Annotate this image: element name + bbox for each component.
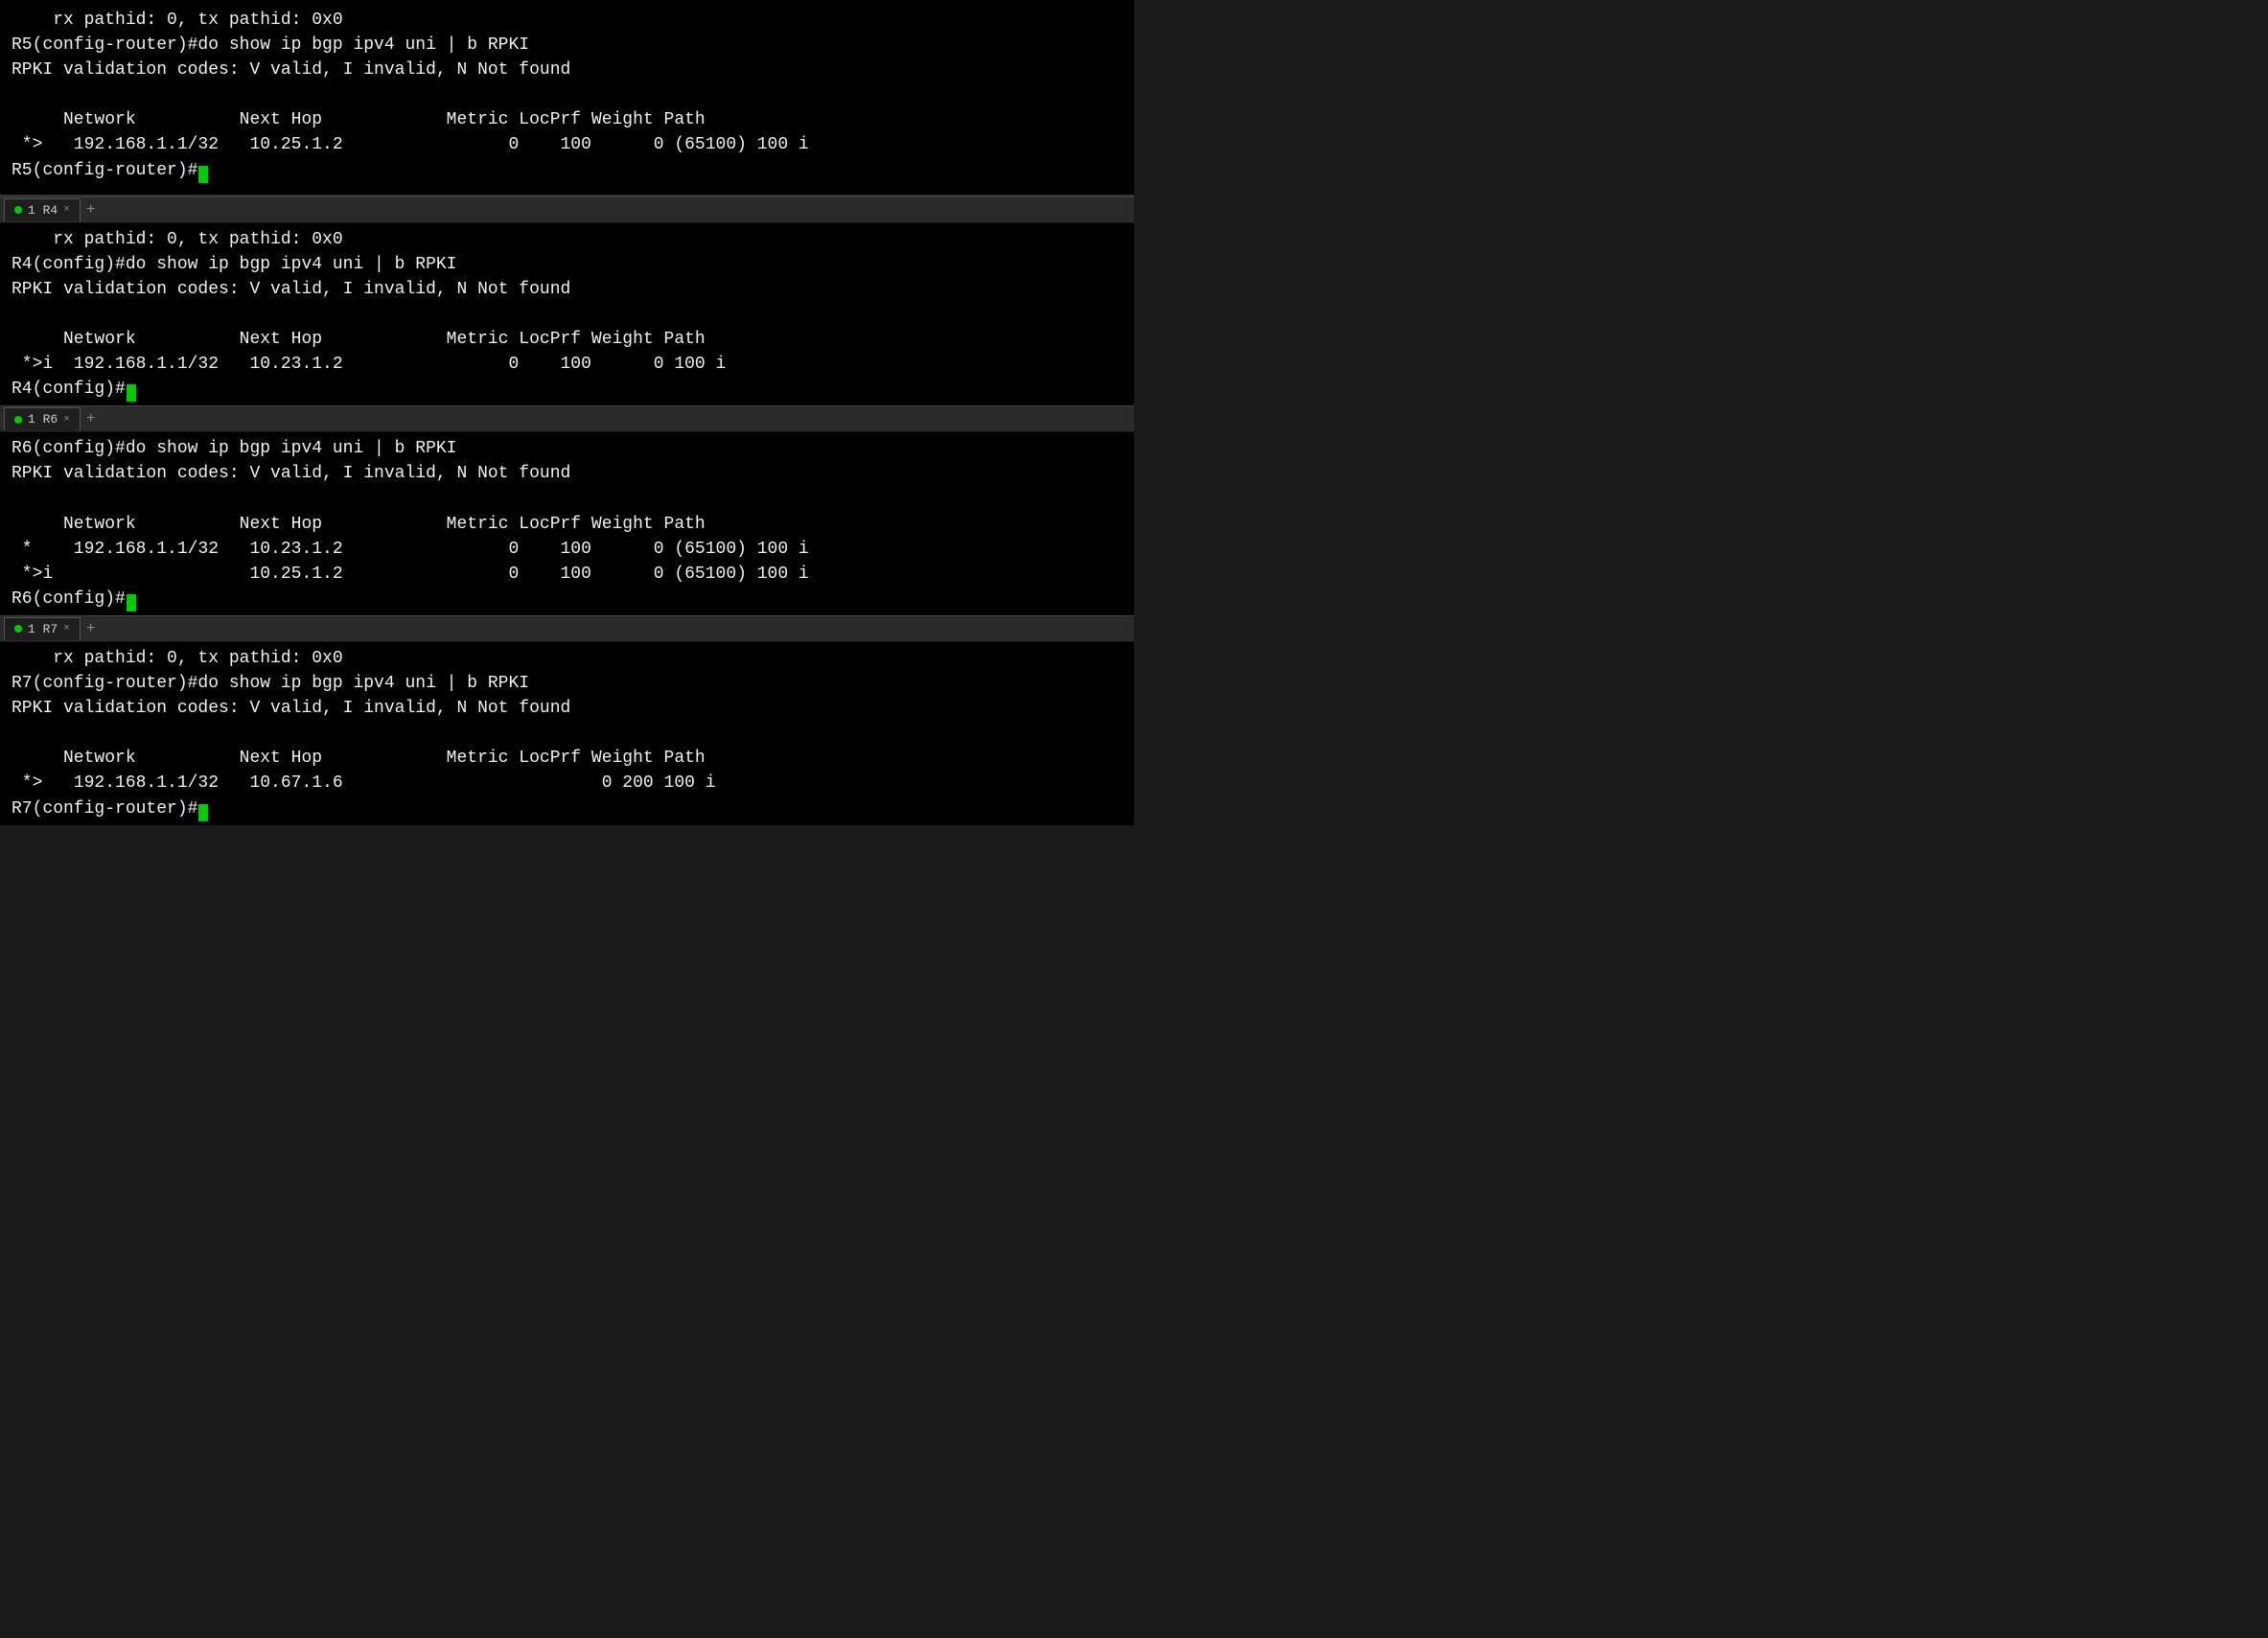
tab-close-r6[interactable]: × [63,414,70,426]
terminal-section-r6: 1 R6 × + R6(config)#do show ip bgp ipv4 … [0,405,1134,615]
tab-r4[interactable]: 1 R4 × [4,198,81,221]
tab-dot-r7 [14,625,22,633]
tab-dot-r4 [14,206,22,214]
r6-line-0: R6(config)#do show ip bgp ipv4 uni | b R… [12,436,1122,461]
tab-add-r4[interactable]: + [81,201,102,219]
r4-line-3 [12,302,1122,327]
r4-line-6: R4(config)# [12,377,1122,402]
terminal-section-top: rx pathid: 0, tx pathid: 0x0 R5(config-r… [0,0,1134,196]
cursor-r7 [198,804,208,821]
r7-line-4: Network Next Hop Metric LocPrf Weight Pa… [12,746,1122,771]
terminal-content-r6: R6(config)#do show ip bgp ipv4 uni | b R… [0,432,1134,615]
line-1: R5(config-router)#do show ip bgp ipv4 un… [12,33,1122,58]
r7-line-6: R7(config-router)# [12,796,1122,821]
tab-label-r7: 1 R7 [28,622,58,636]
line-2: RPKI validation codes: V valid, I invali… [12,58,1122,82]
r7-line-0: rx pathid: 0, tx pathid: 0x0 [12,646,1122,671]
r7-line-5: *> 192.168.1.1/32 10.67.1.6 0 200 100 i [12,771,1122,796]
r7-line-3 [12,721,1122,746]
r6-line-5: *>i 10.25.1.2 0 100 0 (65100) 100 i [12,562,1122,587]
r4-line-1: R4(config)#do show ip bgp ipv4 uni | b R… [12,252,1122,277]
terminal-content-top: rx pathid: 0, tx pathid: 0x0 R5(config-r… [0,4,1134,187]
tab-bar-r7: 1 R7 × + [0,615,1134,642]
tab-close-r7[interactable]: × [63,623,70,634]
r6-line-6: R6(config)# [12,587,1122,611]
terminal-container: rx pathid: 0, tx pathid: 0x0 R5(config-r… [0,0,1134,825]
tab-bar-r6: 1 R6 × + [0,405,1134,432]
line-5: *> 192.168.1.1/32 10.25.1.2 0 100 0 (651… [12,132,1122,157]
r7-line-2: RPKI validation codes: V valid, I invali… [12,696,1122,721]
terminal-content-r7: rx pathid: 0, tx pathid: 0x0 R7(config-r… [0,642,1134,825]
tab-label-r4: 1 R4 [28,203,58,218]
line-0: rx pathid: 0, tx pathid: 0x0 [12,8,1122,33]
r7-line-1: R7(config-router)#do show ip bgp ipv4 un… [12,671,1122,696]
r4-line-2: RPKI validation codes: V valid, I invali… [12,277,1122,302]
r4-line-4: Network Next Hop Metric LocPrf Weight Pa… [12,327,1122,352]
r6-line-4: * 192.168.1.1/32 10.23.1.2 0 100 0 (6510… [12,537,1122,562]
line-4: Network Next Hop Metric LocPrf Weight Pa… [12,107,1122,132]
tab-add-r6[interactable]: + [81,410,102,427]
cursor-r6 [127,594,136,611]
cursor-top [198,166,208,183]
terminal-section-r4: 1 R4 × + rx pathid: 0, tx pathid: 0x0 R4… [0,196,1134,406]
tab-label-r6: 1 R6 [28,412,58,427]
tab-bar-r4: 1 R4 × + [0,196,1134,223]
r4-line-0: rx pathid: 0, tx pathid: 0x0 [12,227,1122,252]
tab-r6[interactable]: 1 R6 × [4,407,81,430]
terminal-content-r4: rx pathid: 0, tx pathid: 0x0 R4(config)#… [0,223,1134,406]
tab-close-r4[interactable]: × [63,204,70,216]
r6-line-2 [12,487,1122,512]
r6-line-1: RPKI validation codes: V valid, I invali… [12,461,1122,486]
r6-line-3: Network Next Hop Metric LocPrf Weight Pa… [12,512,1122,537]
terminal-section-r7: 1 R7 × + rx pathid: 0, tx pathid: 0x0 R7… [0,615,1134,825]
tab-r7[interactable]: 1 R7 × [4,617,81,640]
tab-dot-r6 [14,416,22,424]
cursor-r4 [127,384,136,402]
line-6: R5(config-router)# [12,158,1122,183]
tab-add-r7[interactable]: + [81,620,102,637]
r4-line-5: *>i 192.168.1.1/32 10.23.1.2 0 100 0 100… [12,352,1122,377]
line-3 [12,82,1122,107]
